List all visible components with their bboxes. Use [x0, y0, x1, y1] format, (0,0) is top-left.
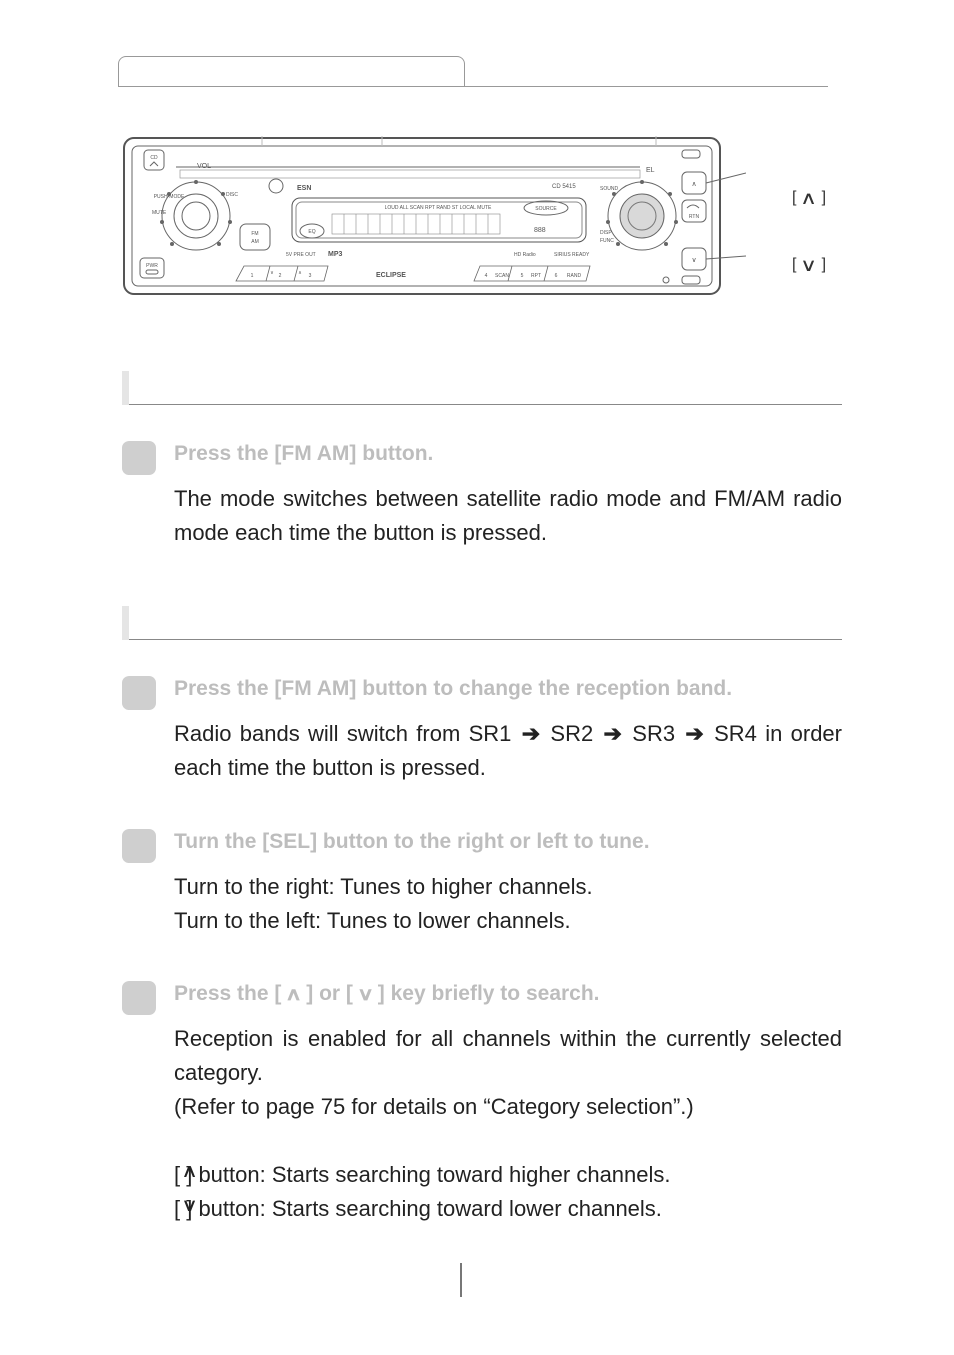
callout-down-button: [ ∨ ]: [792, 255, 842, 276]
step-1a: Press the [FM AM] button. The mode switc…: [122, 439, 842, 550]
chapter-tab: [118, 56, 465, 87]
device-figure: CD VOL EL: [122, 136, 842, 301]
svg-text:∨: ∨: [270, 270, 274, 276]
label-disc[interactable]: DISC: [226, 192, 238, 198]
preset-3[interactable]: 3: [309, 273, 312, 279]
step-text: Reception is enabled for all channels wi…: [174, 1022, 842, 1227]
svg-text:RPT: RPT: [531, 273, 541, 279]
chevron-up-icon: ∧: [800, 188, 817, 209]
btn-eq[interactable]: EQ: [308, 229, 315, 235]
top-rule: [118, 86, 828, 87]
step-text: Turn to the right: Tunes to higher chann…: [174, 870, 842, 938]
section-tune: Press the [FM AM] button to change the r…: [122, 606, 842, 1226]
section-switch-mode: Press the [FM AM] button. The mode switc…: [122, 371, 842, 550]
brand: ESN: [297, 185, 311, 192]
step-bullet: [122, 441, 156, 475]
footer-divider: [460, 1263, 462, 1297]
preset-row: 1 ∨ 2 ∧ 3 4 SCAN 5 RPT 6 RAND: [236, 266, 590, 281]
chevron-down-icon: ∨: [357, 984, 374, 1005]
step-title: Turn the [SEL] button to the right or le…: [174, 830, 842, 854]
section-bar: [122, 606, 129, 640]
step-bullet: [122, 829, 156, 863]
preset-6[interactable]: 6: [555, 273, 558, 279]
label-preout: 5V PRE OUT: [286, 252, 316, 258]
callout-up-button: [ ∧ ]: [792, 188, 842, 209]
left-knob-cluster: MUTE PUSH-MODE DISC: [152, 180, 238, 250]
lcd-indicators: LOUD ALL SCAN RPT RAND ST LOCAL MUTE: [385, 205, 492, 211]
preset-5[interactable]: 5: [521, 273, 524, 279]
chevron-up-icon: ∧: [181, 1158, 198, 1186]
label-disp[interactable]: DISP: [600, 230, 612, 236]
model: CD 5415: [552, 184, 576, 190]
chevron-down-icon: ∨: [181, 1192, 198, 1220]
label-mute[interactable]: MUTE: [152, 210, 167, 216]
step-bullet: [122, 981, 156, 1015]
svg-text:RAND: RAND: [567, 273, 582, 279]
preset-1[interactable]: 1: [251, 273, 254, 279]
arrow-right-icon: ➔: [685, 721, 703, 746]
label-func[interactable]: FUNC: [600, 238, 614, 244]
section-bar: [122, 371, 129, 405]
label-sirius: SIRIUS READY: [554, 252, 590, 258]
btn-pwr[interactable]: PWR: [146, 263, 158, 269]
lcd-digits: 888: [534, 227, 546, 234]
arrow-right-icon: ➔: [522, 721, 540, 746]
label-push-mode: PUSH-MODE: [154, 194, 185, 200]
step-text: Radio bands will switch from SR1 ➔ SR2 ➔…: [174, 717, 842, 785]
step-2a: Press the [FM AM] button to change the r…: [122, 674, 842, 785]
btn-fm-am[interactable]: FM: [251, 231, 258, 237]
label-sound[interactable]: SOUND: [600, 186, 618, 192]
section-rule: [129, 404, 842, 405]
preset-4[interactable]: 4: [485, 273, 488, 279]
step-title: Press the [FM AM] button.: [174, 442, 842, 466]
step-title: Press the [ ∧ ] or [ ∨ ] key briefly to …: [174, 982, 842, 1006]
chevron-up-icon: ∧: [285, 984, 302, 1005]
btn-cd[interactable]: CD: [150, 155, 158, 161]
btn-up[interactable]: ∧: [691, 181, 696, 188]
step-title: Press the [FM AM] button to change the r…: [174, 677, 842, 701]
btn-down[interactable]: ∨: [691, 257, 696, 264]
svg-text:∧: ∧: [298, 270, 302, 276]
btn-rtn[interactable]: RTN: [689, 214, 700, 220]
step-2c: Press the [ ∧ ] or [ ∨ ] key briefly to …: [122, 979, 842, 1227]
label-eclipse: ECLIPSE: [376, 272, 406, 279]
btn-source[interactable]: SOURCE: [535, 206, 557, 212]
label-mp3: MP3: [328, 251, 343, 258]
step-bullet: [122, 676, 156, 710]
section-rule: [129, 639, 842, 640]
right-knob-cluster: SOUND DISP FUNC: [600, 180, 678, 250]
svg-text:SCAN: SCAN: [495, 273, 509, 279]
step-2b: Turn the [SEL] button to the right or le…: [122, 827, 842, 938]
preset-2[interactable]: 2: [279, 273, 282, 279]
step-text: The mode switches between satellite radi…: [174, 482, 842, 550]
label-el: EL: [646, 167, 655, 174]
svg-text:AM: AM: [251, 239, 259, 245]
car-stereo-illustration: CD VOL EL: [122, 136, 746, 296]
arrow-right-icon: ➔: [604, 721, 622, 746]
chevron-down-icon: ∨: [800, 255, 817, 276]
label-hd: HD Radio: [514, 252, 536, 258]
